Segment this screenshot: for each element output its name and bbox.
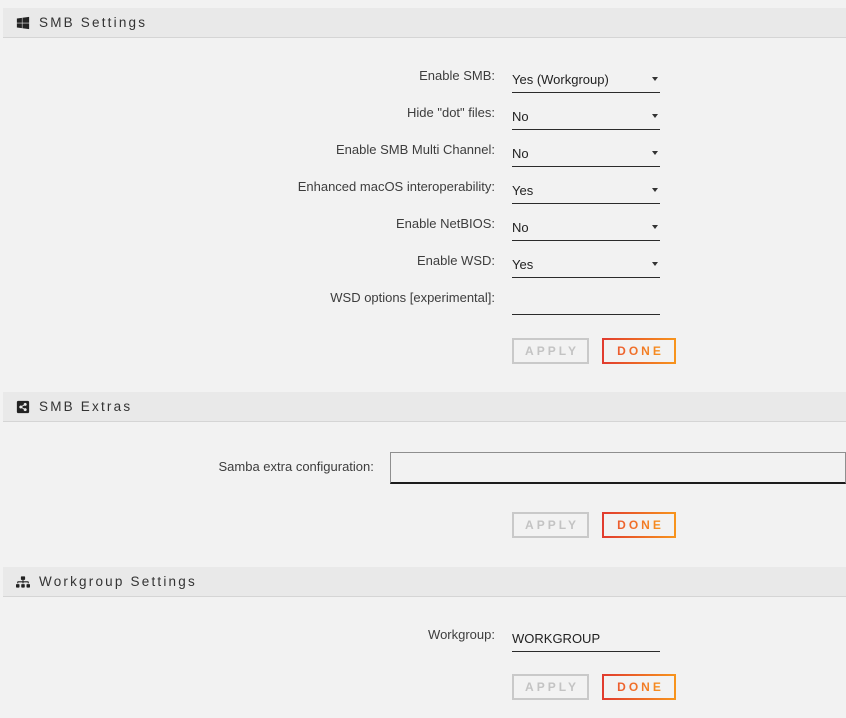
select-value: Yes (Workgroup) bbox=[512, 72, 609, 87]
share-icon bbox=[16, 400, 30, 414]
apply-button-label: APPLY bbox=[525, 518, 579, 532]
field-label: Hide "dot" files: bbox=[0, 105, 495, 130]
samba-extra-config-textarea[interactable] bbox=[390, 452, 846, 484]
chevron-down-icon bbox=[652, 225, 658, 229]
chevron-down-icon bbox=[652, 114, 658, 118]
field-label: Workgroup: bbox=[0, 627, 495, 652]
smb-extras-form: Samba extra configuration: bbox=[0, 452, 846, 484]
section-title: Workgroup Settings bbox=[39, 574, 197, 589]
form-row: Enable SMB Multi Channel: No bbox=[0, 130, 846, 167]
form-row: Hide "dot" files: No bbox=[0, 93, 846, 130]
smb-multi-channel-select[interactable]: No bbox=[512, 146, 660, 167]
field-label: Enable WSD: bbox=[0, 253, 495, 278]
windows-icon bbox=[16, 16, 30, 30]
smb-extras-buttons: APPLY DONE bbox=[512, 512, 846, 538]
workgroup-buttons: APPLY DONE bbox=[512, 674, 846, 700]
form-row: Workgroup: bbox=[0, 615, 846, 652]
form-row: Enable NetBIOS: No bbox=[0, 204, 846, 241]
workgroup-settings-header: Workgroup Settings bbox=[3, 567, 846, 597]
done-button-label: DONE bbox=[617, 344, 664, 358]
smb-settings-buttons: APPLY DONE bbox=[512, 338, 846, 364]
smb-settings-header: SMB Settings bbox=[3, 8, 846, 38]
select-value: Yes bbox=[512, 183, 533, 198]
chevron-down-icon bbox=[652, 151, 658, 155]
done-button[interactable]: DONE bbox=[602, 674, 676, 700]
field-label: Enable NetBIOS: bbox=[0, 216, 495, 241]
chevron-down-icon bbox=[652, 77, 658, 81]
done-button[interactable]: DONE bbox=[602, 338, 676, 364]
enable-netbios-select[interactable]: No bbox=[512, 220, 660, 241]
form-row: Enable WSD: Yes bbox=[0, 241, 846, 278]
macos-interoperability-select[interactable]: Yes bbox=[512, 183, 660, 204]
apply-button-label: APPLY bbox=[525, 344, 579, 358]
smb-extras-header: SMB Extras bbox=[3, 392, 846, 422]
apply-button[interactable]: APPLY bbox=[512, 338, 589, 364]
apply-button[interactable]: APPLY bbox=[512, 674, 589, 700]
form-row: Enhanced macOS interoperability: Yes bbox=[0, 167, 846, 204]
enable-smb-select[interactable]: Yes (Workgroup) bbox=[512, 72, 660, 93]
done-button-label: DONE bbox=[617, 518, 664, 532]
chevron-down-icon bbox=[652, 262, 658, 266]
workgroup-input[interactable] bbox=[512, 631, 660, 652]
chevron-down-icon bbox=[652, 188, 658, 192]
smb-settings-form: Enable SMB: Yes (Workgroup) Hide "dot" f… bbox=[0, 38, 846, 315]
workgroup-form: Workgroup: bbox=[0, 597, 846, 652]
sitemap-icon bbox=[16, 575, 30, 589]
apply-button-label: APPLY bbox=[525, 680, 579, 694]
select-value: Yes bbox=[512, 257, 533, 272]
wsd-options-input[interactable] bbox=[512, 294, 660, 315]
field-label: Enable SMB: bbox=[0, 68, 495, 93]
form-row: WSD options [experimental]: bbox=[0, 278, 846, 315]
form-row: Enable SMB: Yes (Workgroup) bbox=[0, 56, 846, 93]
field-label: Samba extra configuration: bbox=[0, 452, 374, 474]
done-button[interactable]: DONE bbox=[602, 512, 676, 538]
apply-button[interactable]: APPLY bbox=[512, 512, 589, 538]
select-value: No bbox=[512, 109, 529, 124]
done-button-label: DONE bbox=[617, 680, 664, 694]
field-label: Enable SMB Multi Channel: bbox=[0, 142, 495, 167]
field-label: WSD options [experimental]: bbox=[0, 290, 495, 315]
section-title: SMB Extras bbox=[39, 399, 132, 414]
enable-wsd-select[interactable]: Yes bbox=[512, 257, 660, 278]
field-label: Enhanced macOS interoperability: bbox=[0, 179, 495, 204]
section-title: SMB Settings bbox=[39, 15, 147, 30]
select-value: No bbox=[512, 146, 529, 161]
select-value: No bbox=[512, 220, 529, 235]
hide-dot-files-select[interactable]: No bbox=[512, 109, 660, 130]
